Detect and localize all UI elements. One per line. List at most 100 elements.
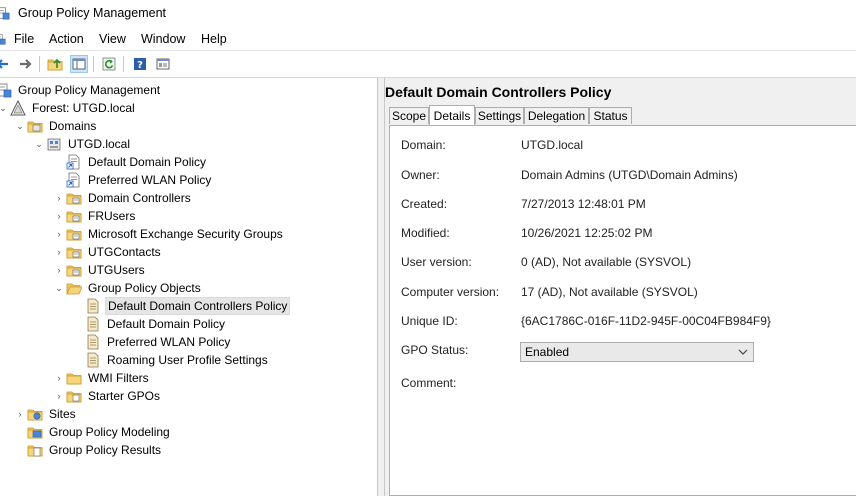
gpo-link-icon xyxy=(66,154,80,170)
domain-icon xyxy=(47,138,61,151)
tree-item-domains[interactable]: ⌄ Domains xyxy=(13,117,98,135)
toolbar-separator xyxy=(93,56,94,72)
tree-item-default-domain-policy-link[interactable]: Default Domain Policy xyxy=(52,153,208,171)
tree-item-gpo-preferred-wlan-policy[interactable]: Preferred WLAN Policy xyxy=(71,333,232,351)
tree-item-sites[interactable]: › Sites xyxy=(13,405,78,423)
console-tree[interactable]: Group Policy Management ⌄ Forest: UTGD.l… xyxy=(0,78,378,496)
toolbar: ? xyxy=(0,50,856,78)
back-arrow-icon xyxy=(0,59,8,69)
tree-item-preferred-wlan-policy-link[interactable]: Preferred WLAN Policy xyxy=(52,171,213,189)
properties-icon xyxy=(156,58,170,70)
owner-value[interactable]: Domain Admins (UTGD\Domain Admins) xyxy=(521,168,738,182)
unique-id-label: Unique ID: xyxy=(401,314,458,328)
forest-icon xyxy=(10,100,26,116)
expand-chevron-icon[interactable]: › xyxy=(52,189,66,207)
refresh-icon xyxy=(102,57,116,71)
gpo-status-label: GPO Status: xyxy=(401,343,469,357)
tree-item-group-policy-objects[interactable]: ⌄ Group Policy Objects xyxy=(52,279,203,297)
tab-settings[interactable]: Settings xyxy=(475,107,524,124)
toolbar-separator xyxy=(39,56,40,72)
starter-gpos-folder-icon xyxy=(66,391,82,403)
gpo-link-icon xyxy=(66,172,80,188)
menu-help[interactable]: Help xyxy=(201,32,227,46)
forward-button[interactable] xyxy=(16,55,34,73)
show-hide-console-tree-button[interactable] xyxy=(70,55,88,73)
tree-item-frusers[interactable]: › FRUsers xyxy=(52,207,137,225)
modeling-icon xyxy=(27,427,43,439)
collapse-chevron-icon[interactable]: ⌄ xyxy=(13,117,27,135)
expand-chevron-icon[interactable]: › xyxy=(13,405,27,423)
tab-status[interactable]: Status xyxy=(589,107,632,124)
ou-folder-icon xyxy=(66,211,82,223)
created-label: Created: xyxy=(401,197,448,211)
created-value[interactable]: 7/27/2013 12:48:01 PM xyxy=(521,197,646,211)
domain-value[interactable]: UTGD.local xyxy=(521,138,583,152)
user-version-label: User version: xyxy=(401,255,472,269)
tab-details[interactable]: Details xyxy=(429,105,475,125)
toolbar-separator xyxy=(123,56,124,72)
ou-folder-icon xyxy=(66,265,82,277)
collapse-chevron-icon[interactable]: ⌄ xyxy=(0,99,10,117)
console-menu-icon[interactable] xyxy=(0,32,6,46)
collapse-chevron-icon[interactable]: ⌄ xyxy=(52,279,66,297)
expand-chevron-icon[interactable]: › xyxy=(52,225,66,243)
results-icon xyxy=(27,445,43,457)
menu-view[interactable]: View xyxy=(99,32,126,46)
menu-window[interactable]: Window xyxy=(141,32,185,46)
gpo-title: Default Domain Controllers Policy xyxy=(385,84,612,100)
tree-item-domain-utgd[interactable]: ⌄ UTGD.local xyxy=(32,135,132,153)
details-tab-body: Domain: UTGD.local Owner: Domain Admins … xyxy=(389,125,856,496)
tree-item-wmi-filters[interactable]: › WMI Filters xyxy=(52,369,151,387)
gpo-icon xyxy=(87,298,99,314)
menu-bar: File Action View Window Help xyxy=(0,28,856,50)
tree-item-utgcontacts[interactable]: › UTGContacts xyxy=(52,243,163,261)
tree-item-forest[interactable]: ⌄ Forest: UTGD.local xyxy=(0,99,137,117)
tree-item-group-policy-results[interactable]: Group Policy Results xyxy=(13,441,163,459)
pane-splitter[interactable] xyxy=(378,78,385,496)
tree-item-utgusers[interactable]: › UTGUsers xyxy=(52,261,147,279)
show-hide-tree-icon xyxy=(72,58,86,70)
expand-chevron-icon[interactable]: › xyxy=(52,387,66,405)
tree-item-domain-controllers[interactable]: › Domain Controllers xyxy=(52,189,193,207)
unique-id-value[interactable]: {6AC1786C-016F-11D2-945F-00C04FB984F9} xyxy=(521,314,771,328)
svg-text:?: ? xyxy=(137,60,143,71)
sites-folder-icon xyxy=(27,409,43,421)
collapse-chevron-icon[interactable]: ⌄ xyxy=(32,135,46,153)
ou-folder-icon xyxy=(66,247,82,259)
back-button[interactable] xyxy=(0,55,12,73)
user-version-value[interactable]: 0 (AD), Not available (SYSVOL) xyxy=(521,255,691,269)
up-one-level-button[interactable] xyxy=(46,55,64,73)
expand-chevron-icon[interactable]: › xyxy=(52,243,66,261)
expand-chevron-icon[interactable]: › xyxy=(52,207,66,225)
title-bar: Group Policy Management xyxy=(0,0,856,26)
group-policy-app-icon xyxy=(0,7,10,20)
properties-button[interactable] xyxy=(154,55,172,73)
tree-item-starter-gpos[interactable]: › Starter GPOs xyxy=(52,387,162,405)
folder-icon xyxy=(66,373,82,385)
gpo-icon xyxy=(87,352,99,368)
tree-item-exchange-security-groups[interactable]: › Microsoft Exchange Security Groups xyxy=(52,225,285,243)
computer-version-value[interactable]: 17 (AD), Not available (SYSVOL) xyxy=(521,285,698,299)
up-folder-icon xyxy=(47,58,63,71)
tree-item-group-policy-management[interactable]: Group Policy Management xyxy=(0,81,162,99)
tab-delegation[interactable]: Delegation xyxy=(524,107,589,124)
gpo-status-dropdown[interactable]: Enabled xyxy=(520,342,754,362)
expand-chevron-icon[interactable]: › xyxy=(52,261,66,279)
tab-scope[interactable]: Scope xyxy=(389,107,429,124)
tree-item-gpo-default-domain-controllers-policy[interactable]: Default Domain Controllers Policy xyxy=(71,297,291,315)
details-pane: Default Domain Controllers Policy Scope … xyxy=(385,78,856,496)
owner-label: Owner: xyxy=(401,168,440,182)
tree-item-group-policy-modeling[interactable]: Group Policy Modeling xyxy=(13,423,172,441)
help-button[interactable]: ? xyxy=(131,55,149,73)
tree-item-gpo-default-domain-policy[interactable]: Default Domain Policy xyxy=(71,315,227,333)
modified-value[interactable]: 10/26/2021 12:25:02 PM xyxy=(521,226,652,240)
menu-file[interactable]: File xyxy=(14,32,34,46)
expand-chevron-icon[interactable]: › xyxy=(52,369,66,387)
gpo-icon xyxy=(87,316,99,332)
comment-label: Comment: xyxy=(401,376,457,390)
forward-arrow-icon xyxy=(20,59,32,69)
tree-item-gpo-roaming-user-profile-settings[interactable]: Roaming User Profile Settings xyxy=(71,351,270,369)
refresh-button[interactable] xyxy=(100,55,118,73)
menu-action[interactable]: Action xyxy=(49,32,84,46)
group-policy-management-icon xyxy=(0,83,12,98)
